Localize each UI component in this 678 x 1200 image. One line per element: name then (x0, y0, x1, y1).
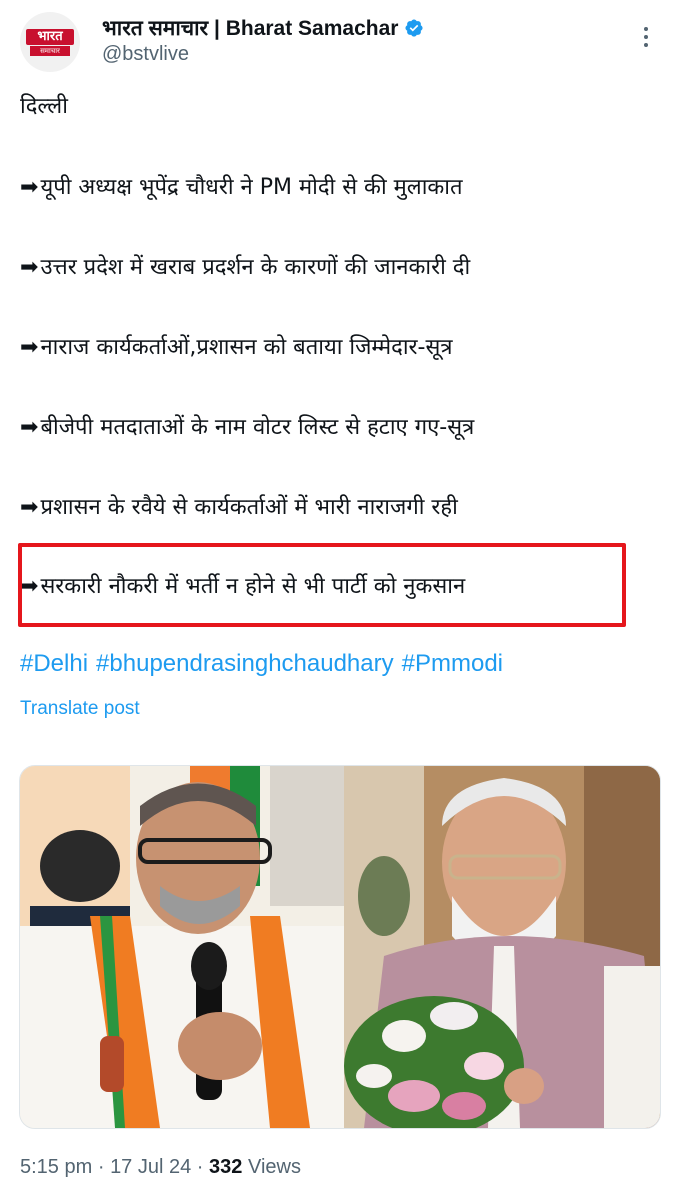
avatar[interactable]: भारत समाचार (20, 12, 80, 72)
post-point: ➡उत्तर प्रदेश में खराब प्रदर्शन के कारणो… (20, 253, 470, 283)
post-meta: 5:15 pm · 17 Jul 24 · 332 Views (20, 1156, 301, 1179)
meta-separator: · (97, 1156, 105, 1178)
arrow-right-icon: ➡ (20, 175, 39, 200)
post-date[interactable]: 17 Jul 24 (110, 1156, 191, 1178)
post-point: ➡प्रशासन के रवैये से कार्यकर्ताओं में भा… (20, 493, 458, 523)
display-name[interactable]: भारत समाचार | Bharat Samachar (102, 14, 398, 42)
hashtags: #Delhi #bhupendrasinghchaudhary #Pmmodi (20, 650, 511, 678)
post-point-text: बीजेपी मतदाताओं के नाम वोटर लिस्ट से हटा… (40, 415, 475, 440)
more-options-icon[interactable] (634, 22, 658, 52)
translate-post-link[interactable]: Translate post (20, 698, 140, 720)
post-header: भारत समाचार भारत समाचार | Bharat Samacha… (0, 0, 678, 80)
post-location: दिल्ली (20, 94, 68, 119)
more-dot (644, 35, 648, 39)
more-dot (644, 43, 648, 47)
man-with-bouquet-photo (344, 766, 660, 1128)
photo-right[interactable] (344, 766, 660, 1128)
avatar-logo-subtext: समाचार (30, 46, 70, 56)
post-point-text: उत्तर प्रदेश में खराब प्रदर्शन के कारणों… (40, 255, 471, 280)
post-point-text: नाराज कार्यकर्ताओं,प्रशासन को बताया जिम्… (40, 335, 453, 360)
post-point: ➡नाराज कार्यकर्ताओं,प्रशासन को बताया जिम… (20, 333, 453, 363)
hashtag-link[interactable]: #Delhi (20, 650, 88, 677)
arrow-right-icon: ➡ (20, 255, 39, 280)
views-count[interactable]: 332 (209, 1156, 242, 1178)
highlight-box (18, 543, 626, 627)
hashtag-link[interactable]: #bhupendrasinghchaudhary (96, 650, 394, 677)
post-point: ➡यूपी अध्यक्ष भूपेंद्र चौधरी ने PM मोदी … (20, 173, 463, 203)
meta-separator: · (196, 1156, 204, 1178)
avatar-logo-text: भारत (26, 29, 74, 45)
man-speaking-photo (20, 766, 344, 1128)
name-row: भारत समाचार | Bharat Samachar (102, 14, 424, 42)
arrow-right-icon: ➡ (20, 495, 39, 520)
post-point-text: यूपी अध्यक्ष भूपेंद्र चौधरी ने PM मोदी स… (40, 175, 463, 200)
post-point-text: प्रशासन के रवैये से कार्यकर्ताओं में भार… (40, 495, 458, 520)
hashtag-link[interactable]: #Pmmodi (402, 650, 503, 677)
handle[interactable]: @bstvlive (102, 43, 189, 66)
post-point: ➡बीजेपी मतदाताओं के नाम वोटर लिस्ट से हट… (20, 413, 474, 443)
views-label: Views (247, 1156, 301, 1178)
more-dot (644, 27, 648, 31)
verified-badge-icon[interactable] (404, 18, 424, 38)
post-media[interactable] (19, 765, 661, 1129)
arrow-right-icon: ➡ (20, 415, 39, 440)
post-time[interactable]: 5:15 pm (20, 1156, 92, 1178)
photo-left[interactable] (20, 766, 344, 1128)
arrow-right-icon: ➡ (20, 335, 39, 360)
